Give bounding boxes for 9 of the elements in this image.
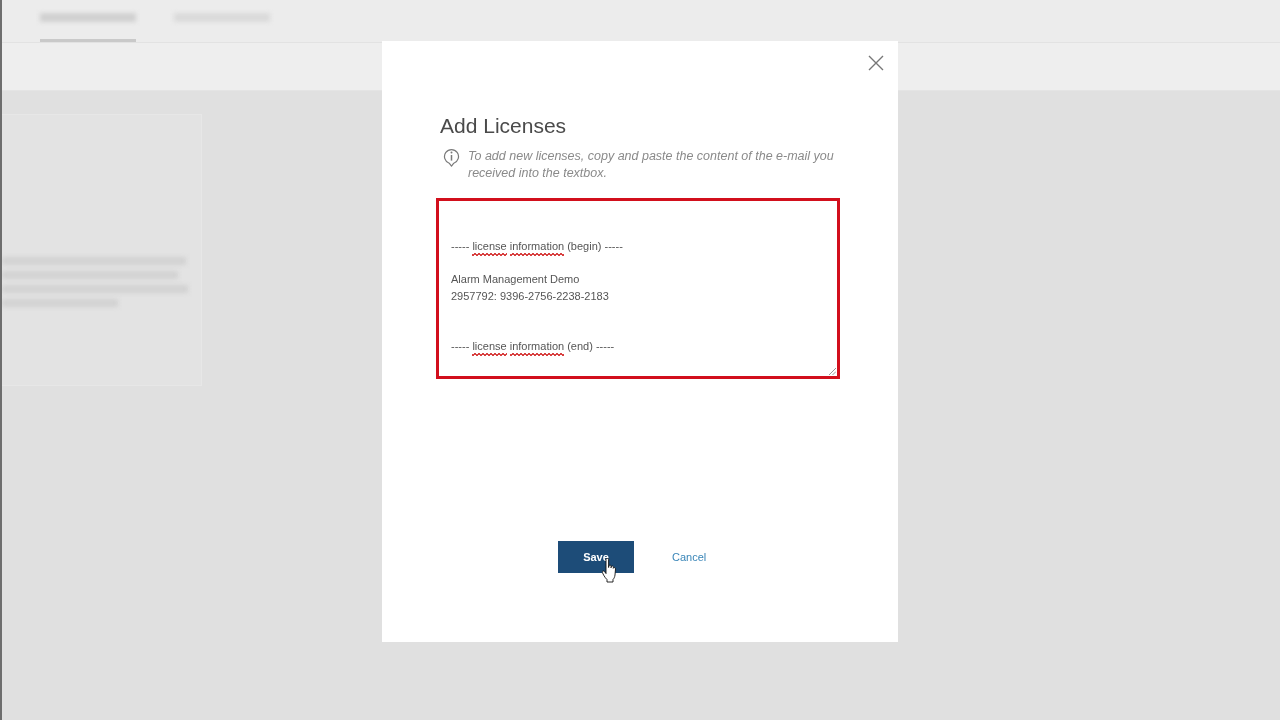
hint-text: To add new licenses, copy and paste the content of the e-mail you received into the textbox.	[468, 148, 835, 182]
save-button[interactable]: Save	[558, 541, 634, 573]
close-icon	[868, 55, 884, 71]
dialog-title: Add Licenses	[440, 113, 568, 139]
info-icon	[443, 148, 460, 167]
license-text-field[interactable]: ----- license information (begin) ----- Alarm Management Demo 2957792: 9396-2756-2238-2183 ----- license information (end) -----	[436, 198, 840, 379]
close-button[interactable]	[866, 53, 886, 73]
resize-grip-icon[interactable]	[828, 367, 836, 375]
cancel-link[interactable]: Cancel	[662, 547, 717, 567]
